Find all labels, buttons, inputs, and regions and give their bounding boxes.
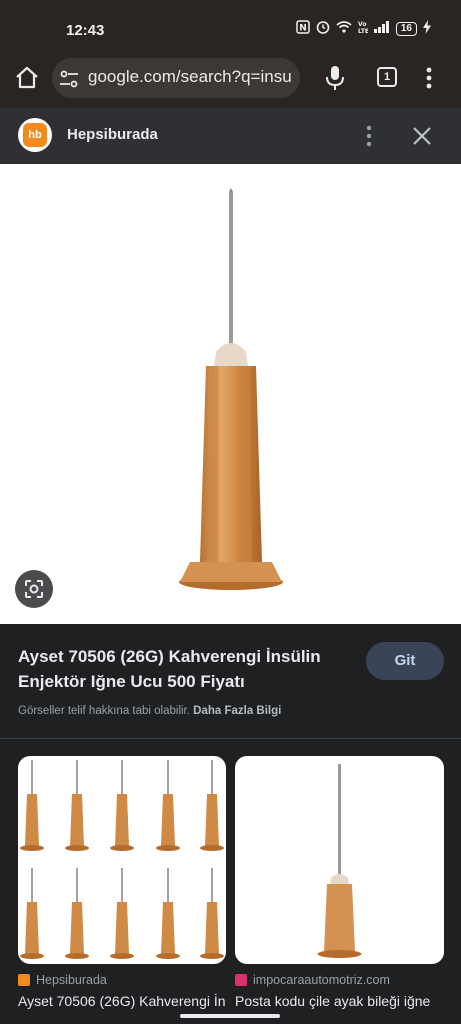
hepsiburada-favicon: [18, 974, 30, 986]
mic-icon[interactable]: [322, 64, 348, 92]
panel-source-name[interactable]: Hepsiburada: [67, 126, 158, 143]
status-bar: 12:43 N Vo LTE 16: [0, 0, 461, 58]
lens-search-button[interactable]: [15, 570, 53, 608]
related-image-card[interactable]: [18, 756, 226, 964]
lte-icon: Vo LTE: [358, 20, 369, 37]
svg-text:Vo: Vo: [358, 21, 366, 28]
lens-icon: [25, 580, 43, 598]
more-vert-icon[interactable]: [422, 65, 436, 91]
close-icon[interactable]: [410, 124, 434, 148]
signal-icon: [373, 21, 390, 36]
hepsiburada-logo: hb: [18, 118, 52, 152]
status-icons: N Vo LTE 16: [296, 20, 431, 37]
browser-toolbar: google.com/search?q=insu 1: [0, 58, 461, 108]
nfc-icon: N: [296, 20, 310, 37]
related-source-1[interactable]: Hepsiburada: [18, 972, 107, 988]
url-text[interactable]: google.com/search?q=insu: [88, 67, 292, 87]
single-needle-image: [317, 764, 362, 958]
status-time: 12:43: [66, 22, 105, 39]
related-source-2[interactable]: impocaraautomotriz.com: [235, 972, 390, 988]
needle-grid-image: [20, 760, 224, 959]
alarm-icon: [316, 20, 330, 37]
copyright-notice: Görseller telif hakkına tabi olabilir. D…: [18, 705, 282, 717]
tab-switcher-button[interactable]: 1: [377, 67, 397, 87]
gesture-nav-handle[interactable]: [180, 1014, 280, 1018]
go-button[interactable]: Git: [366, 642, 444, 680]
related-caption-2[interactable]: Posta kodu çile ayak bileği iğne: [235, 993, 443, 1009]
svg-text:N: N: [299, 24, 307, 34]
image-panel-header: hb Hepsiburada: [0, 108, 461, 164]
home-icon[interactable]: [14, 65, 40, 91]
site-favicon: [235, 974, 247, 986]
image-title[interactable]: Ayset 70506 (26G) Kahverengi İnsülin Enj…: [18, 644, 348, 694]
wifi-icon: [336, 21, 352, 36]
main-product-image[interactable]: [0, 164, 461, 624]
divider: [0, 738, 461, 739]
tune-icon[interactable]: [58, 68, 80, 90]
address-bar[interactable]: google.com/search?q=insu: [52, 58, 300, 98]
related-image-card[interactable]: [235, 756, 444, 964]
charging-icon: [423, 20, 431, 37]
panel-more-icon[interactable]: [362, 124, 376, 148]
needle-illustration: [179, 188, 283, 590]
svg-text:LTE: LTE: [358, 28, 368, 34]
battery-icon: 16: [395, 21, 417, 36]
more-info-link[interactable]: Daha Fazla Bilgi: [193, 705, 281, 717]
related-caption-1[interactable]: Ayset 70506 (26G) Kahverengi İnsülin Enj…: [18, 993, 226, 1009]
